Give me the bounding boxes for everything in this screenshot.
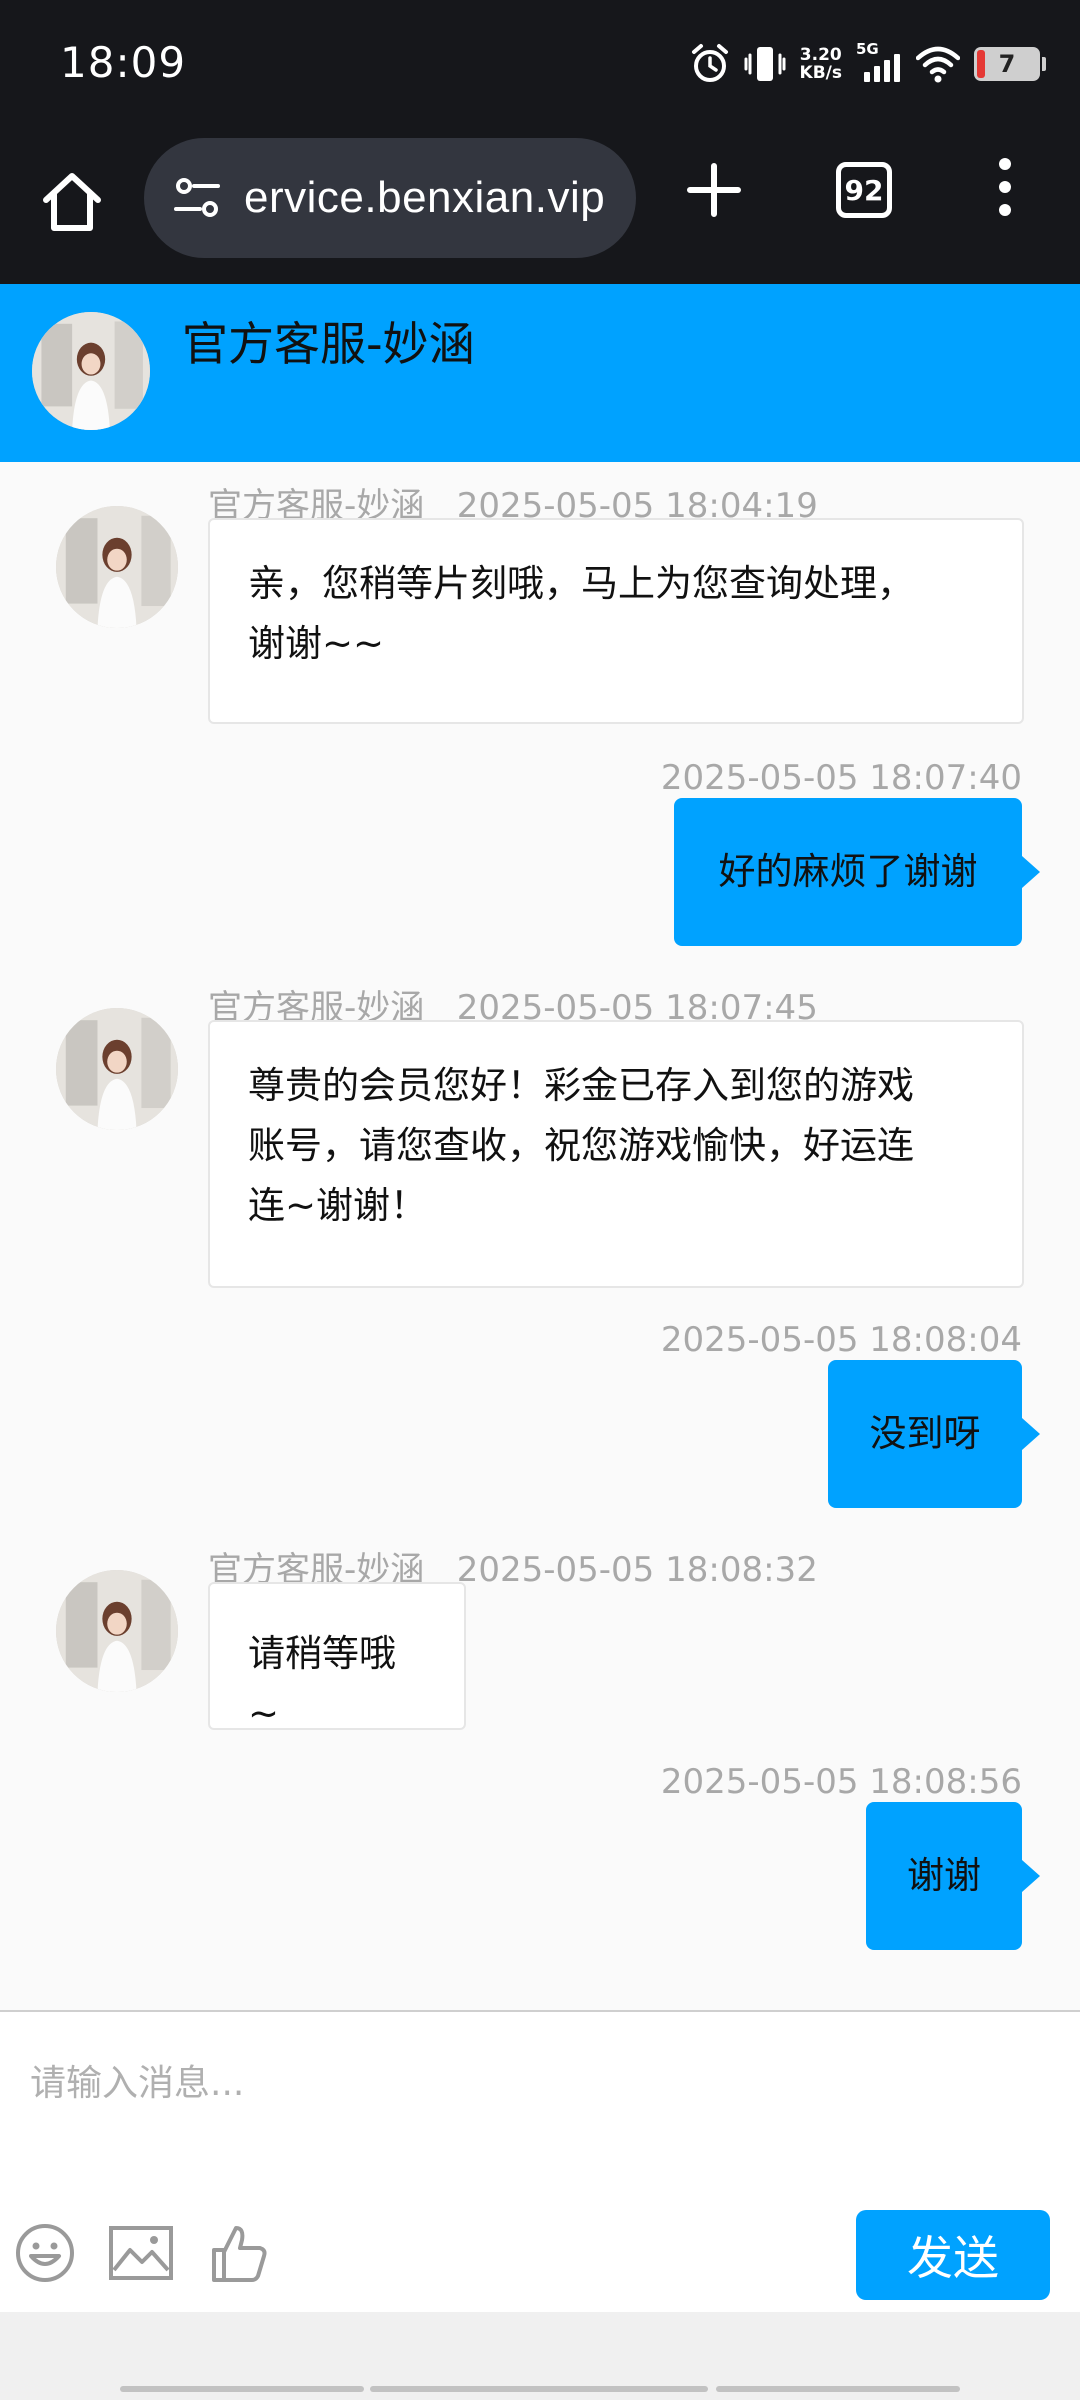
- vibrate-icon: [744, 47, 786, 81]
- battery-icon: 7: [974, 47, 1046, 81]
- nav-gesture-segment[interactable]: [716, 2386, 960, 2392]
- message-time: 2025-05-05 18:07:40: [660, 758, 1022, 798]
- message-line: 谢谢~~: [248, 622, 385, 665]
- site-settings-icon[interactable]: [170, 171, 224, 225]
- chat-header: 官方客服-妙涵: [0, 284, 1080, 462]
- incoming-message-bubble: 尊贵的会员您好！彩金已存入到您的游戏 账号，请您查收，祝您游戏愉快，好运连 连~…: [208, 1020, 1024, 1288]
- agent-avatar: [56, 1570, 178, 1692]
- emoji-icon[interactable]: [14, 2222, 76, 2284]
- agent-avatar: [32, 312, 150, 430]
- send-button[interactable]: 发送: [856, 2210, 1050, 2300]
- status-time: 18:09: [60, 38, 187, 87]
- system-gesture-bar: [0, 2312, 1080, 2400]
- message-line: 连~谢谢！: [248, 1184, 428, 1227]
- image-icon[interactable]: [108, 2222, 174, 2284]
- nav-gesture-segment[interactable]: [370, 2386, 708, 2392]
- thumbs-up-icon[interactable]: [208, 2222, 270, 2284]
- message-text: 谢谢: [907, 1854, 981, 1897]
- message-time: 2025-05-05 18:08:32: [456, 1550, 818, 1590]
- outgoing-message-bubble: 好的麻烦了谢谢: [674, 798, 1040, 946]
- message-line: 请稍等哦~: [248, 1632, 396, 1735]
- composer: 发送: [0, 2010, 1080, 2312]
- message-line: 账号，请您查收，祝您游戏愉快，好运连: [248, 1124, 914, 1167]
- more-menu-icon[interactable]: [990, 158, 1020, 224]
- message-input[interactable]: [30, 2038, 1050, 2128]
- tabs-icon[interactable]: 92: [836, 162, 892, 218]
- status-bar: 18:09 3.20 KB/s 5G 7: [0, 0, 1080, 128]
- agent-name: 官方客服-妙涵: [182, 317, 475, 371]
- incoming-message-bubble: 请稍等哦~: [208, 1582, 466, 1735]
- wifi-icon: [916, 46, 960, 83]
- network-speed: 3.20 KB/s: [800, 46, 842, 82]
- network-speed-value: 3.20: [799, 45, 842, 65]
- new-tab-icon[interactable]: [684, 160, 744, 220]
- agent-avatar: [56, 506, 178, 628]
- status-icons: 3.20 KB/s 5G 7: [690, 40, 1046, 88]
- url-text[interactable]: ervice.benxian.vip: [244, 173, 605, 223]
- agent-avatar: [56, 1008, 178, 1130]
- nav-gesture-segment[interactable]: [120, 2386, 364, 2392]
- message-text: 好的麻烦了谢谢: [718, 850, 978, 893]
- battery-level: 7: [998, 50, 1016, 78]
- message-line: 亲，您稍等片刻哦，马上为您查询处理，: [248, 562, 914, 605]
- incoming-message-bubble: 亲，您稍等片刻哦，马上为您查询处理， 谢谢~~: [208, 518, 1024, 724]
- outgoing-message-bubble: 谢谢: [866, 1802, 1040, 1950]
- network-speed-unit: KB/s: [799, 63, 842, 83]
- home-icon[interactable]: [36, 166, 108, 238]
- browser-toolbar: ervice.benxian.vip 92: [0, 128, 1080, 284]
- message-time: 2025-05-05 18:08:56: [660, 1762, 1022, 1802]
- message-line: 尊贵的会员您好！彩金已存入到您的游戏: [248, 1064, 914, 1107]
- message-time: 2025-05-05 18:08:04: [660, 1320, 1022, 1360]
- address-bar[interactable]: ervice.benxian.vip: [144, 138, 636, 258]
- message-text: 没到呀: [869, 1412, 981, 1455]
- alarm-icon: [691, 44, 728, 82]
- signal-icon: 5G: [856, 40, 902, 84]
- message-list[interactable]: 官方客服-妙涵 2025-05-05 18:04:19 亲，您稍等片刻哦，马上为…: [0, 462, 1080, 2010]
- tab-count: 92: [844, 173, 884, 207]
- outgoing-message-bubble: 没到呀: [828, 1360, 1040, 1508]
